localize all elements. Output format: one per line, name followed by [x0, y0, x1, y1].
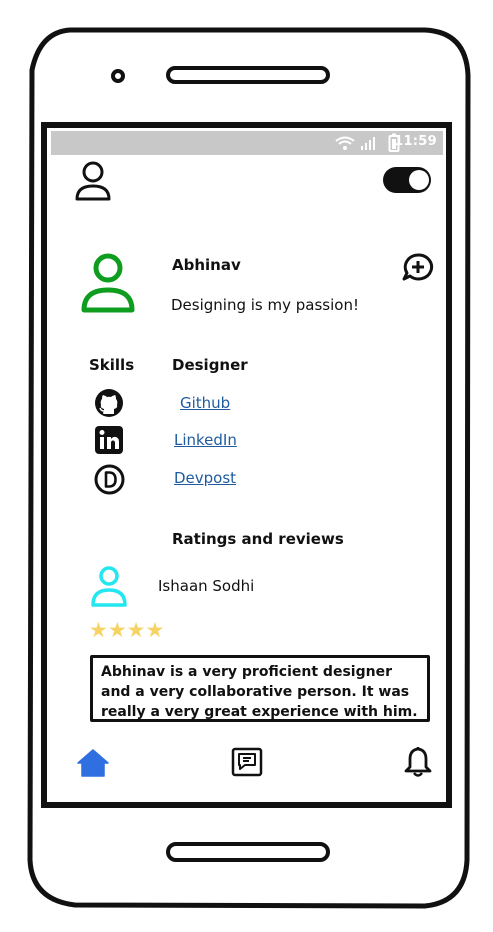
wifi-icon [335, 136, 355, 150]
reviewer-name: Ishaan Sodhi [158, 577, 255, 595]
avatar [81, 253, 135, 313]
profile-name: Abhinav [172, 256, 241, 274]
linkedin-link[interactable]: LinkedIn [174, 431, 237, 449]
profile-tagline: Designing is my passion! [171, 296, 359, 314]
rating-stars: ★★★★ [89, 618, 165, 642]
status-time: 11:59 [394, 134, 437, 149]
chat-icon[interactable] [231, 747, 263, 777]
reviewer-avatar [91, 566, 127, 607]
skills-label: Skills [89, 356, 135, 374]
devpost-link[interactable]: Devpost [174, 469, 236, 487]
devpost-icon [94, 464, 125, 495]
status-bar: 11:59 [51, 131, 443, 155]
linkedin-icon [95, 426, 123, 454]
bell-icon[interactable] [403, 746, 433, 778]
reviews-heading: Ratings and reviews [172, 530, 344, 548]
review-text: Abhinav is a very proficient designer an… [90, 655, 430, 722]
user-icon[interactable] [73, 160, 113, 202]
home-icon[interactable] [77, 749, 109, 777]
github-icon [95, 389, 123, 417]
github-link[interactable]: Github [180, 394, 230, 412]
skill-value: Designer [172, 356, 248, 374]
signal-icon [361, 137, 375, 150]
phone-frame: 11:59 Abhinav Designing is my passion! S… [0, 0, 493, 932]
add-comment-icon[interactable] [401, 252, 435, 282]
toggle-switch[interactable] [381, 165, 433, 195]
